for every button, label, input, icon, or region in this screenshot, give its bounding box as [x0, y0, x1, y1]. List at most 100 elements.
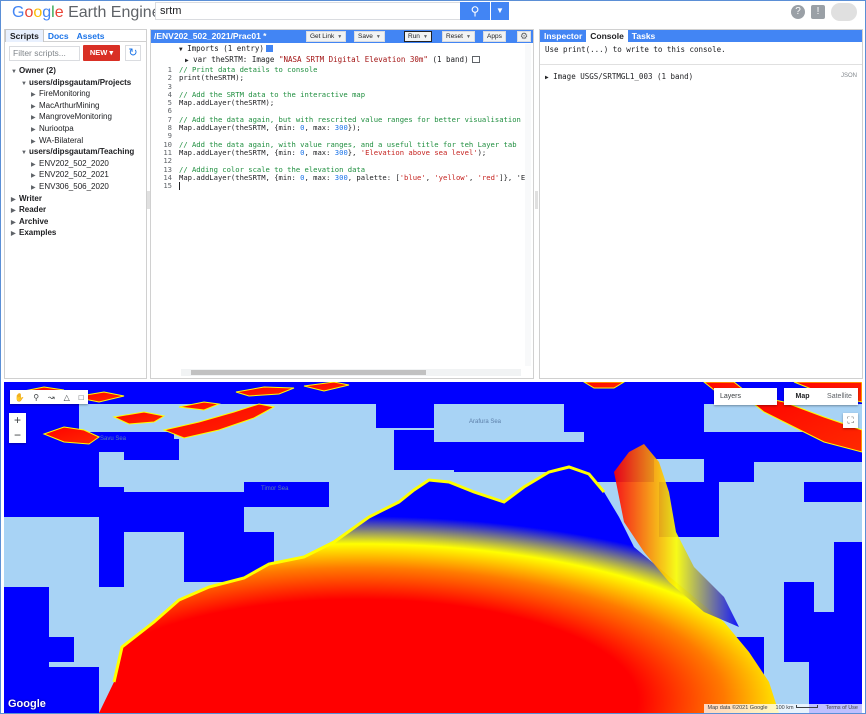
tree-section[interactable]: ▶ Examples: [5, 228, 146, 240]
console-output-row[interactable]: ▶ Image USGS/SRTMGL1_003 (1 band): [545, 72, 693, 81]
tab-scripts[interactable]: Scripts: [5, 29, 44, 42]
refresh-icon[interactable]: ↻: [125, 45, 141, 61]
run-button[interactable]: Run ▼: [404, 31, 432, 42]
scrollbar-thumb[interactable]: [191, 370, 426, 375]
reset-button[interactable]: Reset ▼: [442, 31, 475, 42]
editor-vertical-scrollbar[interactable]: [525, 44, 531, 366]
code-line[interactable]: Map.addLayer(theSRTM);: [179, 99, 525, 107]
code-line[interactable]: print(theSRTM);: [179, 74, 525, 82]
run-label: Run: [408, 33, 420, 40]
feedback-icon[interactable]: !: [811, 5, 825, 19]
imports-table-icon[interactable]: [265, 45, 273, 52]
code-line[interactable]: Map.addLayer(theSRTM, {min: 0, max: 300,…: [179, 174, 525, 182]
chevron-right-icon: ▶: [31, 126, 36, 133]
new-script-button[interactable]: NEW ▾: [83, 45, 120, 61]
line-number: 11: [163, 148, 172, 157]
tab-console[interactable]: Console: [586, 30, 628, 42]
line-number: 10: [163, 140, 172, 149]
repository-folder[interactable]: ▼ users/dipsgautam/Projects: [5, 78, 146, 90]
zoom-in-button[interactable]: +: [9, 413, 26, 428]
tree-section[interactable]: ▶ Writer: [5, 194, 146, 206]
tree-item-label: ENV202_502_2021: [39, 170, 109, 180]
save-button[interactable]: Save ▼: [354, 31, 385, 42]
import-var-row[interactable]: ▶ var theSRTM: Image "NASA SRTM Digital …: [179, 55, 480, 66]
script-file-item[interactable]: ▶ ENV202_502_2021: [5, 170, 146, 182]
layers-control[interactable]: Layers: [714, 388, 777, 405]
right-splitter[interactable]: [535, 191, 538, 209]
editor-horizontal-scrollbar[interactable]: [181, 369, 521, 376]
map-view[interactable]: ✋ ⚲ ↝ △ □ + − Layers Map Satellite ⛶ Sav…: [4, 382, 862, 713]
code-line[interactable]: // Add the data again, but with rescrite…: [179, 116, 525, 124]
code-line[interactable]: // Add the SRTM data to the interactive …: [179, 91, 525, 99]
zoom-out-button[interactable]: −: [9, 428, 26, 443]
repository-folder[interactable]: ▼ users/dipsgautam/Teaching: [5, 147, 146, 159]
map-type-map[interactable]: Map: [784, 388, 821, 405]
tree-section[interactable]: ▶ Archive: [5, 217, 146, 229]
rectangle-icon[interactable]: □: [79, 393, 84, 402]
code-line[interactable]: // Add the data again, with value ranges…: [179, 141, 525, 149]
question-icon[interactable]: ?: [791, 5, 805, 19]
search-input[interactable]: srtm: [155, 2, 460, 20]
code-line[interactable]: [179, 83, 525, 91]
chevron-right-icon: ▶: [31, 173, 36, 180]
fullscreen-icon[interactable]: ⛶: [843, 413, 858, 428]
line-number: 3: [167, 82, 172, 91]
chevron-right-icon: ▶: [31, 103, 36, 110]
tree-item-label: WA-Bilateral: [39, 135, 84, 145]
tree-item-label: Writer: [19, 193, 42, 203]
sea-label: Savu Sea: [100, 436, 127, 442]
chevron-down-icon[interactable]: ▼: [376, 34, 381, 40]
tab-tasks[interactable]: Tasks: [628, 30, 659, 42]
tree-item-label: Archive: [19, 216, 49, 226]
script-file-item[interactable]: ▶ WA-Bilateral: [5, 136, 146, 148]
map-type-satellite[interactable]: Satellite: [821, 388, 858, 405]
chevron-right-icon: ▶: [31, 161, 36, 168]
script-file-item[interactable]: ▶ FireMonitoring: [5, 89, 146, 101]
json-link[interactable]: JSON: [841, 73, 857, 79]
tree-section[interactable]: ▼ Owner (2): [5, 66, 146, 78]
gear-icon[interactable]: ⚙: [517, 31, 531, 42]
tab-assets[interactable]: Assets: [73, 30, 109, 42]
code-line[interactable]: [179, 132, 525, 140]
line-number: 6: [167, 107, 172, 116]
chevron-down-icon[interactable]: ▼: [423, 34, 428, 40]
script-file-item[interactable]: ▶ ENV306_506_2020: [5, 182, 146, 194]
scale-bar[interactable]: 100 km: [776, 704, 818, 713]
chevron-right-icon: ▶: [11, 196, 16, 203]
map-data-credit[interactable]: Map data ©2021 Google: [708, 704, 768, 713]
code-line[interactable]: // Adding color scale to the elevation d…: [179, 166, 525, 174]
pin-icon[interactable]: ⚲: [33, 393, 39, 402]
script-file-item[interactable]: ▶ MacArthurMining: [5, 101, 146, 113]
code-area[interactable]: // Print data details to console print(th…: [179, 66, 525, 368]
top-right-icons: ? !: [791, 3, 857, 21]
apps-button[interactable]: Apps: [483, 31, 506, 42]
script-file-item[interactable]: ▶ ENV202_502_2020: [5, 159, 146, 171]
script-file-item[interactable]: ▶ Nuriootpa: [5, 124, 146, 136]
code-line[interactable]: [179, 182, 525, 191]
console-divider: [540, 64, 862, 65]
script-file-item[interactable]: ▶ MangroveMonitoring: [5, 112, 146, 124]
chevron-down-icon[interactable]: ▼: [337, 34, 342, 40]
code-line[interactable]: Map.addLayer(theSRTM, {min: 0, max: 300}…: [179, 149, 525, 157]
get-link-button[interactable]: Get Link ▼: [306, 31, 347, 42]
avatar[interactable]: [831, 3, 857, 21]
hand-icon[interactable]: ✋: [14, 393, 24, 402]
filter-scripts-input[interactable]: Filter scripts...: [9, 46, 80, 61]
earth-engine-logo[interactable]: Google Earth Engine: [12, 3, 161, 23]
asset-details-icon[interactable]: [471, 56, 480, 63]
search-options-button[interactable]: ▼: [491, 2, 509, 20]
search-button[interactable]: ⚲: [460, 2, 490, 20]
tab-inspector[interactable]: Inspector: [540, 30, 586, 42]
code-line[interactable]: [179, 107, 525, 115]
terms-link[interactable]: Terms of Use: [826, 704, 858, 713]
code-line[interactable]: Map.addLayer(theSRTM, {min: 0, max: 300}…: [179, 124, 525, 132]
code-line[interactable]: [179, 157, 525, 165]
tree-section[interactable]: ▶ Reader: [5, 205, 146, 217]
imports-header[interactable]: ▼ Imports (1 entry): [179, 44, 480, 55]
tab-docs[interactable]: Docs: [44, 30, 73, 42]
line-icon[interactable]: ↝: [48, 393, 55, 402]
code-line[interactable]: // Print data details to console: [179, 66, 525, 74]
polygon-icon[interactable]: △: [64, 393, 70, 402]
sea-label: Arafura Sea: [469, 419, 502, 425]
chevron-down-icon[interactable]: ▼: [466, 34, 471, 40]
